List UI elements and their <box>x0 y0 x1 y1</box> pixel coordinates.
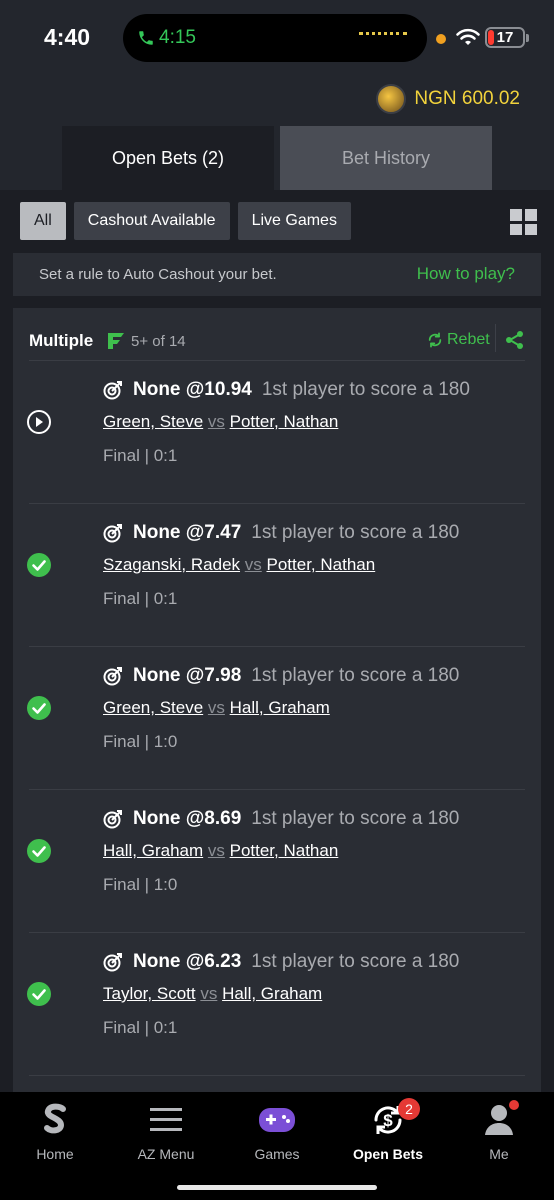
nav-open-bets-label: Open Bets <box>352 1146 423 1162</box>
filter-all[interactable]: All <box>20 202 66 240</box>
status-bar: 4:40 4:15 17 <box>0 0 554 76</box>
balance[interactable]: NGN 600.02 <box>376 84 520 114</box>
grid-view-icon[interactable] <box>510 209 537 235</box>
check-icon <box>27 839 51 863</box>
svg-text:$: $ <box>383 1111 393 1130</box>
bet-leg: None @8.69 1st player to score a 180 Hal… <box>27 789 525 932</box>
bet-leg: None @10.94 1st player to score a 180 Gr… <box>26 360 525 503</box>
match-result: Final | 0:1 <box>103 446 178 465</box>
match-result: Final | 1:0 <box>103 732 178 751</box>
match-result: Final | 0:1 <box>103 1018 178 1037</box>
bet-legs: None @10.94 1st player to score a 180 Gr… <box>26 360 525 1108</box>
vs-label: vs <box>207 698 225 717</box>
target-icon <box>103 953 122 972</box>
vs-label: vs <box>200 984 218 1003</box>
filter-cashout-available[interactable]: Cashout Available <box>73 202 230 240</box>
vs-label: vs <box>207 412 225 431</box>
selection-odds: None @8.69 <box>133 808 242 829</box>
target-icon <box>103 524 122 543</box>
wifi-icon <box>456 28 480 45</box>
home-player-link[interactable]: Szaganski, Radek <box>103 555 240 574</box>
gamepad-icon <box>259 1108 295 1132</box>
match-result: Final | 1:0 <box>103 875 178 894</box>
home-player-link[interactable]: Green, Steve <box>103 412 203 431</box>
bet-type: Multiple <box>29 331 94 350</box>
check-icon <box>27 696 51 720</box>
bet-leg: None @7.98 1st player to score a 180 Gre… <box>27 646 525 789</box>
vs-label: vs <box>207 841 225 860</box>
away-player-link[interactable]: Potter, Nathan <box>230 412 339 431</box>
bet-card-header: Multiple 5+ of 14 Rebet <box>29 320 525 360</box>
bets-tabs: Open Bets (2) Bet History <box>62 126 492 190</box>
avatar-coin-icon <box>376 84 407 114</box>
home-logo-icon <box>44 1103 66 1134</box>
selection-odds: None @7.47 <box>133 522 242 543</box>
battery-level: 17 <box>496 29 514 46</box>
play-icon[interactable] <box>26 409 52 435</box>
nav-me[interactable]: Me <box>449 1100 549 1162</box>
market-name: 1st player to score a 180 <box>251 522 460 543</box>
nav-az-menu-label: AZ Menu <box>137 1146 195 1162</box>
market-name: 1st player to score a 180 <box>251 951 460 972</box>
nav-az-menu[interactable]: AZ Menu <box>116 1102 216 1162</box>
target-icon <box>103 810 122 829</box>
bet-leg: None @6.23 1st player to score a 180 Tay… <box>27 932 525 1075</box>
share-icon[interactable] <box>505 330 525 350</box>
market-name: 1st player to score a 180 <box>251 665 460 686</box>
menu-icon <box>150 1108 182 1131</box>
home-indicator <box>177 1185 377 1190</box>
home-player-link[interactable]: Taylor, Scott <box>103 984 196 1003</box>
tab-bet-history[interactable]: Bet History <box>280 126 492 190</box>
bet-card: Multiple 5+ of 14 Rebet None @10.94 1st … <box>13 308 541 1108</box>
check-icon <box>27 553 51 577</box>
home-player-link[interactable]: Green, Steve <box>103 698 203 717</box>
privacy-indicator <box>436 34 446 44</box>
rebet-label: Rebet <box>447 331 490 348</box>
phone-icon <box>139 31 153 45</box>
refresh-icon <box>428 332 442 348</box>
selection-odds: None @7.98 <box>133 665 242 686</box>
selection-odds: None @10.94 <box>133 379 252 400</box>
flexibet-icon <box>108 333 124 349</box>
nav-me-label: Me <box>489 1146 509 1162</box>
auto-cashout-banner: Set a rule to Auto Cashout your bet. How… <box>13 253 541 296</box>
tab-open-bets[interactable]: Open Bets (2) <box>62 126 274 190</box>
status-time: 4:40 <box>44 24 91 50</box>
nav-home-label: Home <box>36 1146 74 1162</box>
selection-odds: None @6.23 <box>133 951 242 972</box>
match-result: Final | 0:1 <box>103 589 178 608</box>
waveform <box>359 32 407 38</box>
away-player-link[interactable]: Potter, Nathan <box>267 555 376 574</box>
filter-chips: All Cashout Available Live Games <box>20 202 351 240</box>
market-name: 1st player to score a 180 <box>251 808 460 829</box>
nav-home[interactable]: Home <box>5 1102 105 1162</box>
flex-count: 5+ of 14 <box>131 333 186 350</box>
nav-open-bets[interactable]: $ 2 Open Bets <box>338 1098 438 1162</box>
battery-icon: 17 <box>485 27 525 48</box>
check-icon <box>27 982 51 1006</box>
how-to-play-link[interactable]: How to play? <box>417 264 515 284</box>
nav-games-label: Games <box>254 1146 300 1162</box>
target-icon <box>103 667 122 686</box>
call-timer: 4:15 <box>159 27 196 48</box>
away-player-link[interactable]: Potter, Nathan <box>230 841 339 860</box>
open-bets-badge: 2 <box>398 1098 420 1120</box>
balance-amount: NGN 600.02 <box>414 88 520 109</box>
notification-dot <box>509 1100 519 1110</box>
vs-label: vs <box>244 555 262 574</box>
nav-games[interactable]: Games <box>227 1102 327 1162</box>
market-name: 1st player to score a 180 <box>261 379 470 400</box>
auto-cashout-text: Set a rule to Auto Cashout your bet. <box>39 266 277 283</box>
bottom-nav: Home AZ Menu Games $ 2 Open Bets Me <box>0 1092 554 1200</box>
dynamic-island[interactable]: 4:15 <box>123 14 427 62</box>
filter-live-games[interactable]: Live Games <box>237 202 351 240</box>
bet-leg: None @7.47 1st player to score a 180 Sza… <box>27 503 525 646</box>
target-icon <box>103 381 122 400</box>
user-icon <box>485 1105 513 1135</box>
away-player-link[interactable]: Hall, Graham <box>230 698 330 717</box>
rebet-button[interactable]: Rebet <box>427 331 490 349</box>
away-player-link[interactable]: Hall, Graham <box>222 984 322 1003</box>
home-player-link[interactable]: Hall, Graham <box>103 841 203 860</box>
